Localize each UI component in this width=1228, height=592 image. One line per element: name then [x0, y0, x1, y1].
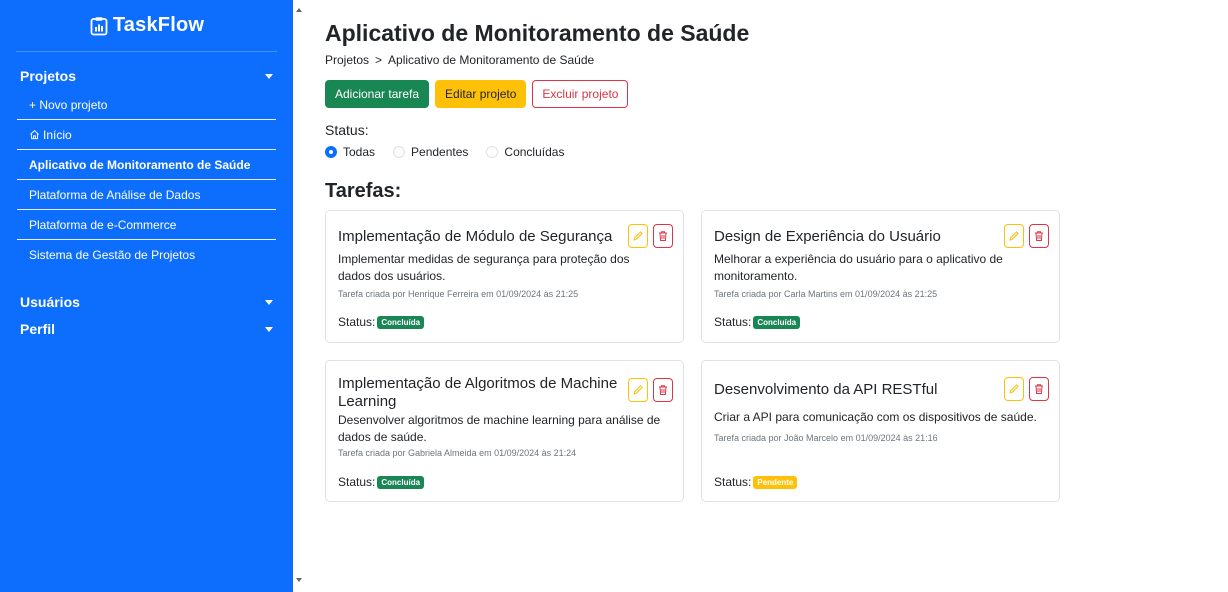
sidebar-item-label: Aplicativo de Monitoramento de Saúde	[29, 157, 251, 172]
tasks-heading: Tarefas:	[325, 180, 402, 202]
edit-task-button[interactable]	[628, 224, 648, 248]
caret-down-icon	[265, 299, 273, 305]
action-buttons: Adicionar tarefa Editar projeto Excluir …	[325, 80, 629, 108]
sidebar-item-home[interactable]: Início	[17, 120, 276, 150]
brand[interactable]: TaskFlow	[16, 0, 277, 52]
task-card: Implementação de Módulo de Segurança Imp…	[325, 210, 684, 343]
delete-task-button[interactable]	[653, 378, 673, 402]
task-card: Desenvolvimento da API RESTful Criar a A…	[701, 360, 1060, 502]
status-badge: Concluída	[377, 475, 425, 489]
status-filter-label: Status:	[325, 122, 369, 138]
delete-task-button[interactable]	[1029, 224, 1049, 248]
breadcrumb-root[interactable]: Projetos	[325, 53, 369, 67]
task-title: Design de Experiência do Usuário	[714, 228, 941, 245]
sidebar-section-projects[interactable]: Projetos	[0, 64, 293, 88]
house-icon	[30, 130, 39, 140]
task-status: Status: Pendente	[714, 475, 798, 489]
task-status-label: Status:	[714, 315, 752, 329]
radio-button[interactable]	[486, 146, 499, 158]
task-status-label: Status:	[714, 475, 752, 489]
sidebar-section-label: Projetos	[20, 68, 77, 84]
task-title: Desenvolvimento da API RESTful	[714, 381, 938, 398]
trash-icon	[1035, 231, 1043, 241]
filter-option-all[interactable]: Todas	[325, 145, 375, 159]
sidebar-section-label: Perfil	[20, 321, 56, 337]
status-filter: Todas Pendentes Concluídas	[325, 145, 564, 159]
trash-icon	[1035, 384, 1043, 394]
task-meta: Tarefa criada por Gabriela Almeida em 01…	[338, 448, 577, 458]
sidebar-item-label: Início	[43, 127, 72, 142]
sidebar-item-ecommerce[interactable]: Plataforma de e-Commerce	[17, 210, 276, 240]
delete-project-button[interactable]: Excluir projeto	[532, 80, 629, 108]
pencil-icon	[633, 231, 643, 241]
task-card: Implementação de Algoritmos de Machine L…	[325, 360, 684, 502]
sidebar-item-health-app[interactable]: Aplicativo de Monitoramento de Saúde	[17, 150, 276, 180]
task-status: Status: Concluída	[714, 315, 801, 329]
sidebar-section-label: Usuários	[20, 294, 80, 310]
scroll-down-arrow-icon[interactable]	[296, 578, 302, 582]
task-status: Status: Concluída	[338, 315, 425, 329]
delete-task-button[interactable]	[653, 224, 673, 248]
edit-task-button[interactable]	[628, 378, 648, 402]
task-card: Design de Experiência do Usuário Melhora…	[701, 210, 1060, 343]
breadcrumb-current: Aplicativo de Monitoramento de Saúde	[388, 53, 595, 67]
sidebar: TaskFlow Projetos + Novo projeto Início …	[0, 0, 293, 592]
sidebar-section-users[interactable]: Usuários	[0, 290, 293, 314]
filter-option-pending[interactable]: Pendentes	[393, 145, 468, 159]
trash-icon	[659, 385, 667, 395]
filter-option-label: Concluídas	[504, 145, 565, 159]
scroll-up-arrow-icon[interactable]	[296, 8, 302, 12]
breadcrumb-separator: >	[375, 53, 383, 67]
brand-name: TaskFlow	[112, 14, 205, 36]
trash-icon	[659, 231, 667, 241]
caret-down-icon	[265, 73, 273, 79]
task-description: Implementar medidas de segurança para pr…	[338, 252, 630, 283]
radio-button[interactable]	[325, 146, 337, 158]
edit-project-button[interactable]: Editar projeto	[435, 80, 527, 108]
caret-down-icon	[265, 326, 273, 332]
task-status-label: Status:	[338, 475, 376, 489]
status-badge: Concluída	[753, 315, 801, 329]
pencil-icon	[1009, 384, 1019, 394]
task-meta: Tarefa criada por João Marcelo em 01/09/…	[714, 433, 938, 443]
page-title: Aplicativo de Monitoramento de Saúde	[325, 20, 750, 46]
breadcrumb: Projetos > Aplicativo de Monitoramento d…	[325, 53, 594, 67]
add-task-button[interactable]: Adicionar tarefa	[325, 80, 430, 108]
task-description: Desenvolver algoritmos de machine learni…	[338, 413, 661, 444]
sidebar-item-label: + Novo projeto	[29, 97, 108, 112]
sidebar-item-label: Plataforma de Análise de Dados	[29, 187, 201, 202]
task-title: Implementação de Módulo de Segurança	[338, 228, 613, 245]
task-title: Implementação de Algoritmos de Machine L…	[338, 375, 618, 410]
task-description: Melhorar a experiência do usuário para o…	[714, 252, 1003, 283]
radio-button[interactable]	[393, 146, 406, 158]
pencil-icon	[633, 385, 643, 395]
sidebar-section-profile[interactable]: Perfil	[0, 317, 293, 341]
filter-option-label: Pendentes	[411, 145, 469, 159]
task-status-label: Status:	[338, 315, 376, 329]
sidebar-item-label: Plataforma de e-Commerce	[29, 217, 177, 232]
sidebar-item-new-project[interactable]: + Novo projeto	[17, 90, 276, 120]
scrollbar[interactable]	[293, 0, 305, 592]
edit-task-button[interactable]	[1004, 224, 1024, 248]
edit-task-button[interactable]	[1004, 377, 1024, 401]
filter-option-label: Todas	[343, 145, 376, 159]
clipboard-chart-icon	[90, 16, 108, 35]
projects-list: + Novo projeto Início Aplicativo de Moni…	[17, 90, 276, 270]
status-badge: Pendente	[753, 475, 798, 489]
task-meta: Tarefa criada por Henrique Ferreira em 0…	[338, 289, 579, 299]
pencil-icon	[1009, 231, 1019, 241]
sidebar-item-label: Sistema de Gestão de Projetos	[29, 248, 196, 262]
task-description: Criar a API para comunicação com os disp…	[714, 410, 1037, 424]
delete-task-button[interactable]	[1029, 377, 1049, 401]
task-status: Status: Concluída	[338, 475, 425, 489]
filter-option-done[interactable]: Concluídas	[486, 145, 564, 159]
sidebar-item-data-analysis[interactable]: Plataforma de Análise de Dados	[17, 180, 276, 210]
task-meta: Tarefa criada por Carla Martins em 01/09…	[714, 289, 938, 299]
sidebar-item-project-management[interactable]: Sistema de Gestão de Projetos	[17, 240, 276, 270]
status-badge: Concluída	[377, 315, 425, 329]
